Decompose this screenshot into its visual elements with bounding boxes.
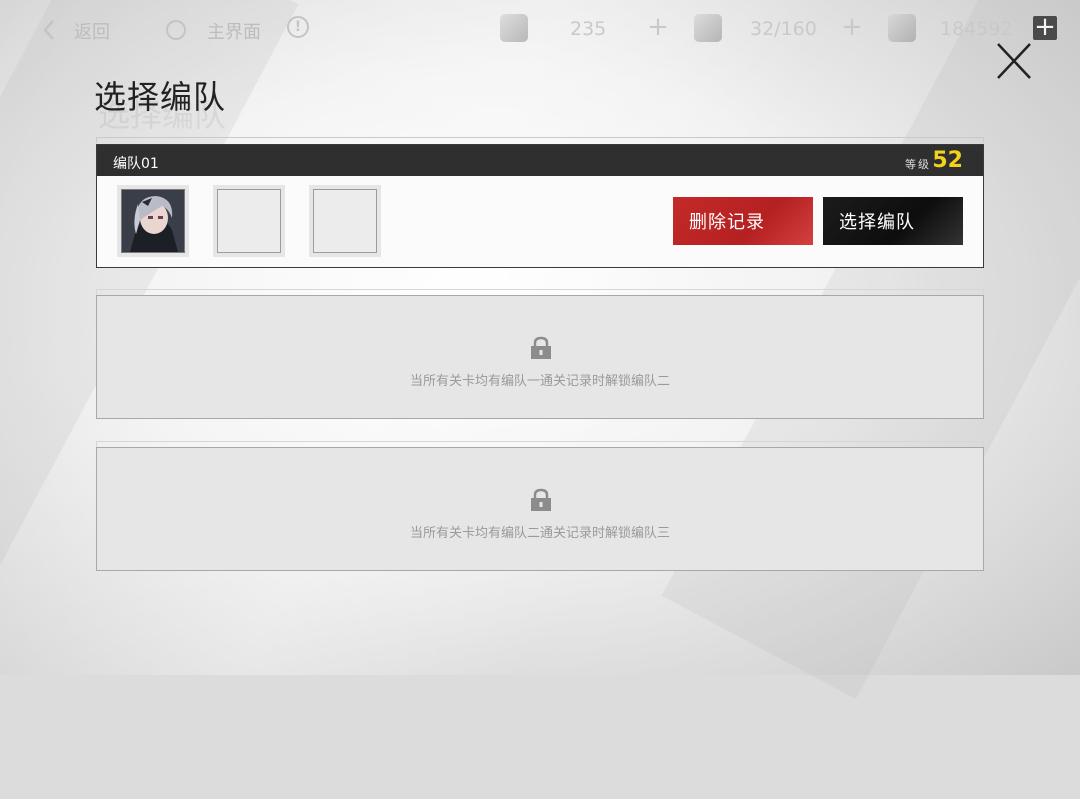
- back-button[interactable]: 返回: [74, 18, 110, 44]
- unlock-condition-text: 当所有关卡均有编队二通关记录时解锁编队三: [409, 526, 670, 541]
- team-header: 编队01 等级 52: [97, 145, 983, 176]
- team-card-2-locked: 当所有关卡均有编队一通关记录时解锁编队二: [96, 295, 984, 419]
- unlock-condition-text: 当所有关卡均有编队一通关记录时解锁编队二: [409, 374, 670, 389]
- team-card-3-locked: 当所有关卡均有编队二通关记录时解锁编队三: [96, 447, 984, 571]
- ticket-value: 32/160: [750, 18, 817, 40]
- member-slot-2[interactable]: [213, 185, 285, 257]
- add-coin-button[interactable]: +: [1033, 14, 1057, 40]
- info-icon[interactable]: !: [287, 16, 309, 38]
- lock-icon: [531, 336, 551, 359]
- member-slot-1[interactable]: [117, 185, 189, 257]
- stamina-pen-icon: [500, 14, 528, 42]
- add-ticket-button[interactable]: +: [840, 14, 864, 40]
- team-name: 编队01: [113, 156, 159, 172]
- top-bar: 返回 主界面 ! 235 + 32/160 + 184592 +: [0, 0, 1080, 60]
- coin-icon: [888, 14, 916, 42]
- delete-record-button[interactable]: 删除记录: [673, 197, 813, 245]
- coin-value: 184592: [940, 18, 1013, 40]
- character-avatar: [121, 189, 185, 253]
- team-card-1: 编队01 等级 52 删除记录 选择编队: [96, 144, 984, 268]
- level-label: 等级: [905, 158, 931, 171]
- card-frame: [96, 137, 984, 143]
- page-title: 选择编队: [94, 78, 227, 116]
- back-chevron-icon[interactable]: [38, 18, 62, 42]
- level-value: 52: [932, 148, 963, 173]
- home-circle-icon[interactable]: [166, 20, 186, 40]
- empty-slot: [313, 189, 377, 253]
- ticket-icon: [694, 14, 722, 42]
- stamina-value: 235: [570, 18, 607, 40]
- select-team-button[interactable]: 选择编队: [823, 197, 963, 245]
- close-icon[interactable]: [992, 40, 1036, 84]
- lock-icon: [531, 488, 551, 511]
- add-stamina-button[interactable]: +: [646, 14, 670, 40]
- empty-slot: [217, 189, 281, 253]
- home-button[interactable]: 主界面: [207, 18, 261, 44]
- member-slot-3[interactable]: [309, 185, 381, 257]
